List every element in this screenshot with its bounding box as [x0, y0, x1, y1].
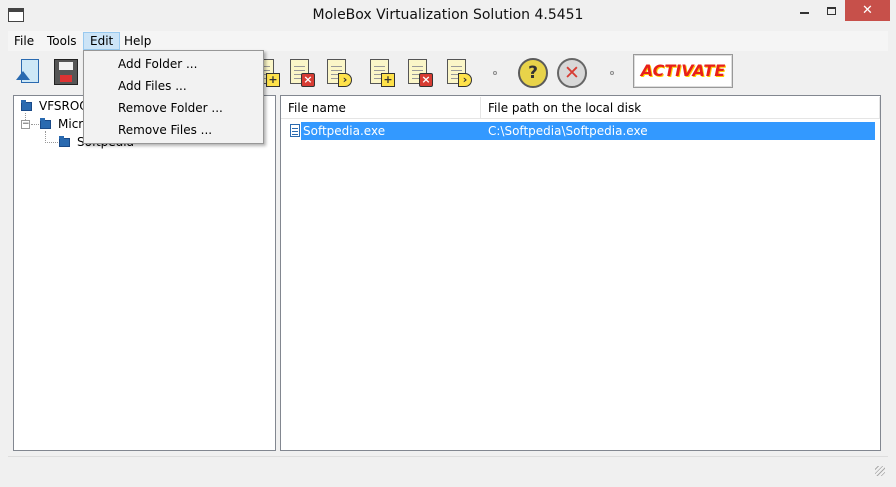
menu-file[interactable]: File	[8, 32, 40, 50]
minimize-icon	[799, 11, 809, 14]
status-bar	[8, 456, 888, 479]
activate-button[interactable]: ACTIVATE	[633, 54, 733, 88]
rename-folder-button[interactable]: ›	[320, 55, 354, 89]
menu-item-remove-files[interactable]: Remove Files ...	[86, 119, 261, 141]
menu-item-add-files[interactable]: Add Files ...	[86, 75, 261, 97]
save-project-button[interactable]	[48, 55, 82, 89]
rename-file-button[interactable]: ›	[440, 55, 474, 89]
maximize-button[interactable]	[818, 0, 844, 21]
stop-icon: ✕	[564, 62, 580, 84]
minimize-button[interactable]	[791, 0, 817, 21]
menu-tools[interactable]: Tools	[41, 32, 83, 50]
stop-button[interactable]: ✕	[557, 58, 587, 88]
remove-file-button[interactable]: ×	[401, 55, 435, 89]
folder-icon	[40, 118, 51, 129]
file-icon	[290, 124, 300, 137]
menu-item-add-folder[interactable]: Add Folder ...	[86, 53, 261, 75]
file-name-cell: Softpedia.exe	[303, 124, 386, 138]
folder-icon	[59, 136, 70, 147]
column-header-file-path[interactable]: File path on the local disk	[481, 97, 880, 119]
menu-edit[interactable]: Edit	[83, 32, 121, 50]
open-project-icon	[15, 57, 41, 87]
close-icon: ✕	[862, 3, 873, 18]
resize-grip-icon[interactable]	[875, 466, 885, 476]
toolbar-separator	[493, 71, 497, 75]
open-project-button[interactable]	[10, 55, 44, 89]
file-list-panel[interactable]: File name File path on the local disk So…	[280, 95, 881, 451]
maximize-icon	[826, 6, 836, 15]
table-row[interactable]: Softpedia.exe C:\Softpedia\Softpedia.exe	[301, 122, 875, 140]
edit-menu-dropdown: Add Folder ... Add Files ... Remove Fold…	[83, 50, 264, 144]
file-path-cell: C:\Softpedia\Softpedia.exe	[488, 124, 648, 138]
close-button[interactable]: ✕	[845, 0, 890, 21]
remove-folder-button[interactable]: ×	[283, 55, 317, 89]
vfs-tree-panel[interactable]: VFSROOT − Microsoft Softpedia	[13, 95, 276, 451]
help-icon: ?	[528, 63, 538, 83]
menu-item-remove-folder[interactable]: Remove Folder ...	[86, 97, 261, 119]
column-header-file-name[interactable]: File name	[281, 97, 481, 119]
help-button[interactable]: ?	[518, 58, 548, 88]
tree-expander[interactable]: −	[21, 120, 30, 129]
toolbar-separator	[610, 71, 614, 75]
menu-bar: File Tools Edit Help	[8, 31, 888, 51]
folder-icon	[21, 100, 32, 111]
add-file-button[interactable]: +	[363, 55, 397, 89]
menu-help[interactable]: Help	[118, 32, 157, 50]
save-project-icon	[54, 59, 78, 85]
title-bar: MoleBox Virtualization Solution 4.5451 ✕	[0, 0, 896, 31]
window-title: MoleBox Virtualization Solution 4.5451	[312, 7, 584, 23]
